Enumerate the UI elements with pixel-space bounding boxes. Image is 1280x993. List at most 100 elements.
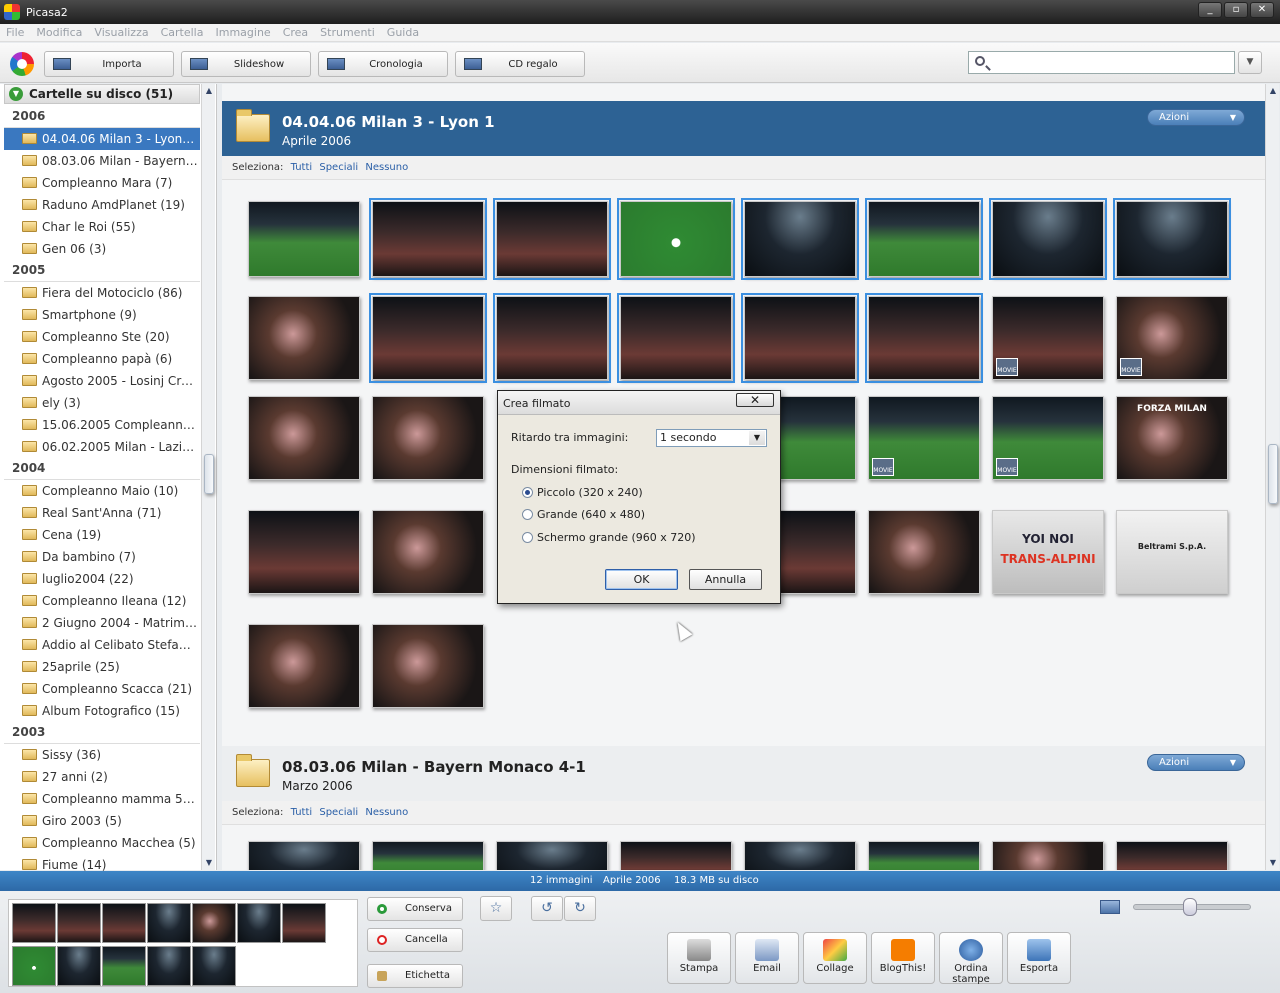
folder-item[interactable]: 04.04.06 Milan 3 - Lyon 1 ... — [4, 128, 200, 150]
photo-thumbnail[interactable] — [372, 510, 484, 594]
folder-item[interactable]: Compleanno mamma 53 (4) — [4, 788, 200, 810]
blogthis-button[interactable]: BlogThis! — [871, 932, 935, 984]
select-all-link-2[interactable]: Tutti — [291, 807, 313, 818]
print-button[interactable]: Stampa — [667, 932, 731, 984]
tray-thumbnail[interactable] — [12, 903, 56, 943]
album-header[interactable]: 04.04.06 Milan 3 - Lyon 1 Aprile 2006 Az… — [222, 101, 1265, 156]
folder-item[interactable]: Compleanno Scacca (21) — [4, 678, 200, 700]
photo-thumbnail[interactable] — [741, 198, 859, 280]
folder-item[interactable]: Gen 06 (3) — [4, 238, 200, 260]
photo-thumbnail[interactable] — [1113, 198, 1231, 280]
photo-thumbnail[interactable] — [496, 841, 608, 870]
scroll-down-icon[interactable]: ▼ — [202, 856, 216, 870]
folder-item[interactable]: 08.03.06 Milan - Bayern M... — [4, 150, 200, 172]
folder-item[interactable]: Cena (19) — [4, 524, 200, 546]
timeline-button[interactable]: Cronologia — [318, 51, 448, 77]
photo-thumbnail[interactable] — [248, 841, 360, 870]
cancel-button[interactable]: Annulla — [689, 569, 762, 590]
folder-item[interactable]: Fiera del Motociclo (86) — [4, 282, 200, 304]
email-button[interactable]: Email — [735, 932, 799, 984]
folder-item[interactable]: Compleanno Ileana (12) — [4, 590, 200, 612]
thumbnail-size-slider-handle[interactable] — [1183, 898, 1197, 916]
star-button[interactable]: ☆ — [480, 896, 512, 921]
photo-thumbnail[interactable]: MOVIE — [992, 396, 1104, 480]
delay-select[interactable]: 1 secondo ▼ — [656, 429, 767, 447]
photo-thumbnail[interactable] — [248, 201, 360, 277]
folder-item[interactable]: Compleanno Ste (20) — [4, 326, 200, 348]
folder-item[interactable]: Char le Roi (55) — [4, 216, 200, 238]
photo-thumbnail[interactable]: YOI NOI TRANS-ALPINI — [992, 510, 1104, 594]
photo-thumbnail[interactable] — [1116, 841, 1228, 870]
folder-item[interactable]: 06.02.2005 Milan - Lazio 2-... — [4, 436, 200, 458]
order-prints-button[interactable]: Ordina stampe — [939, 932, 1003, 985]
folder-item[interactable]: Agosto 2005 - Losinj Croaz... — [4, 370, 200, 392]
photo-thumbnail[interactable]: MOVIE — [868, 396, 980, 480]
close-window-button[interactable]: ✕ — [1250, 2, 1274, 18]
collapse-toggle-icon[interactable]: ▼ — [9, 87, 23, 101]
folder-item[interactable]: ely (3) — [4, 392, 200, 414]
folder-item[interactable]: Giro 2003 (5) — [4, 810, 200, 832]
folder-item[interactable]: Compleanno Macchea (5) — [4, 832, 200, 854]
photo-thumbnail[interactable] — [865, 198, 983, 280]
dialog-close-button[interactable]: ✕ — [736, 393, 774, 407]
photo-thumbnail[interactable] — [369, 293, 487, 383]
scroll-down-icon-main[interactable]: ▼ — [1266, 856, 1280, 870]
menu-cartella[interactable]: Cartella — [155, 26, 210, 39]
folders-on-disk-header[interactable]: ▼ Cartelle su disco (51) — [4, 84, 200, 104]
sidebar-scroll-thumb[interactable] — [204, 454, 214, 494]
maximize-button[interactable]: ▫ — [1224, 2, 1248, 18]
folder-item[interactable]: Da bambino (7) — [4, 546, 200, 568]
gift-cd-button[interactable]: CD regalo — [455, 51, 585, 77]
tray-thumbnail[interactable] — [57, 946, 101, 986]
tray-thumbnail[interactable] — [237, 903, 281, 943]
tray-thumbnail[interactable] — [282, 903, 326, 943]
rotate-right-button[interactable]: ↻ — [564, 896, 596, 921]
photo-thumbnail[interactable] — [865, 293, 983, 383]
photo-thumbnail[interactable] — [868, 510, 980, 594]
tray-thumbnail[interactable] — [147, 946, 191, 986]
menu-crea[interactable]: Crea — [277, 26, 314, 39]
menu-strumenti[interactable]: Strumenti — [314, 26, 381, 39]
tray-thumbnail[interactable] — [12, 946, 56, 986]
folder-item[interactable]: Compleanno papà (6) — [4, 348, 200, 370]
menu-visualizza[interactable]: Visualizza — [88, 26, 154, 39]
photo-thumbnail[interactable] — [248, 396, 360, 480]
export-button[interactable]: Esporta — [1007, 932, 1071, 984]
photo-thumbnail[interactable] — [989, 198, 1107, 280]
tray-thumbnail[interactable] — [192, 946, 236, 986]
folder-item[interactable]: luglio2004 (22) — [4, 568, 200, 590]
tray-thumbnail[interactable] — [102, 903, 146, 943]
clear-button[interactable]: Cancella — [367, 928, 463, 952]
import-button[interactable]: Importa — [44, 51, 174, 77]
menu-modifica[interactable]: Modifica — [30, 26, 88, 39]
photo-thumbnail[interactable] — [372, 624, 484, 708]
scroll-up-icon-main[interactable]: ▲ — [1266, 84, 1280, 98]
photo-thumbnail[interactable] — [248, 624, 360, 708]
photo-thumbnail[interactable]: Beltrami S.p.A. — [1116, 510, 1228, 594]
folder-item[interactable]: 15.06.2005 Compleanno ... — [4, 414, 200, 436]
folder-item[interactable]: 25aprile (25) — [4, 656, 200, 678]
ok-button[interactable]: OK — [605, 569, 678, 590]
hold-button[interactable]: Conserva — [367, 897, 463, 921]
photo-thumbnail[interactable] — [992, 841, 1104, 870]
main-scrollbar[interactable]: ▲ ▼ — [1265, 84, 1279, 870]
search-input[interactable] — [993, 54, 1229, 71]
photo-thumbnail[interactable] — [248, 510, 360, 594]
folder-item[interactable]: Raduno AmdPlanet (19) — [4, 194, 200, 216]
photo-thumbnail[interactable]: MOVIE — [992, 296, 1104, 380]
photo-thumbnail[interactable]: MOVIE — [1116, 296, 1228, 380]
photo-thumbnail[interactable] — [741, 293, 859, 383]
photo-thumbnail[interactable] — [369, 198, 487, 280]
photo-thumbnail[interactable] — [493, 198, 611, 280]
size-widescreen-radio[interactable] — [522, 532, 533, 543]
actions-dropdown-2[interactable]: Azioni — [1147, 754, 1245, 771]
main-scroll-thumb[interactable] — [1268, 444, 1278, 504]
size-small-radio[interactable] — [522, 487, 533, 498]
size-large-label[interactable]: Grande (640 x 480) — [537, 508, 645, 521]
folder-item[interactable]: Compleanno Mara (7) — [4, 172, 200, 194]
tray-thumbnail[interactable] — [57, 903, 101, 943]
tray-thumbnail[interactable] — [192, 903, 236, 943]
rotate-left-button[interactable]: ↺ — [531, 896, 563, 921]
menu-immagine[interactable]: Immagine — [209, 26, 276, 39]
size-large-radio[interactable] — [522, 509, 533, 520]
